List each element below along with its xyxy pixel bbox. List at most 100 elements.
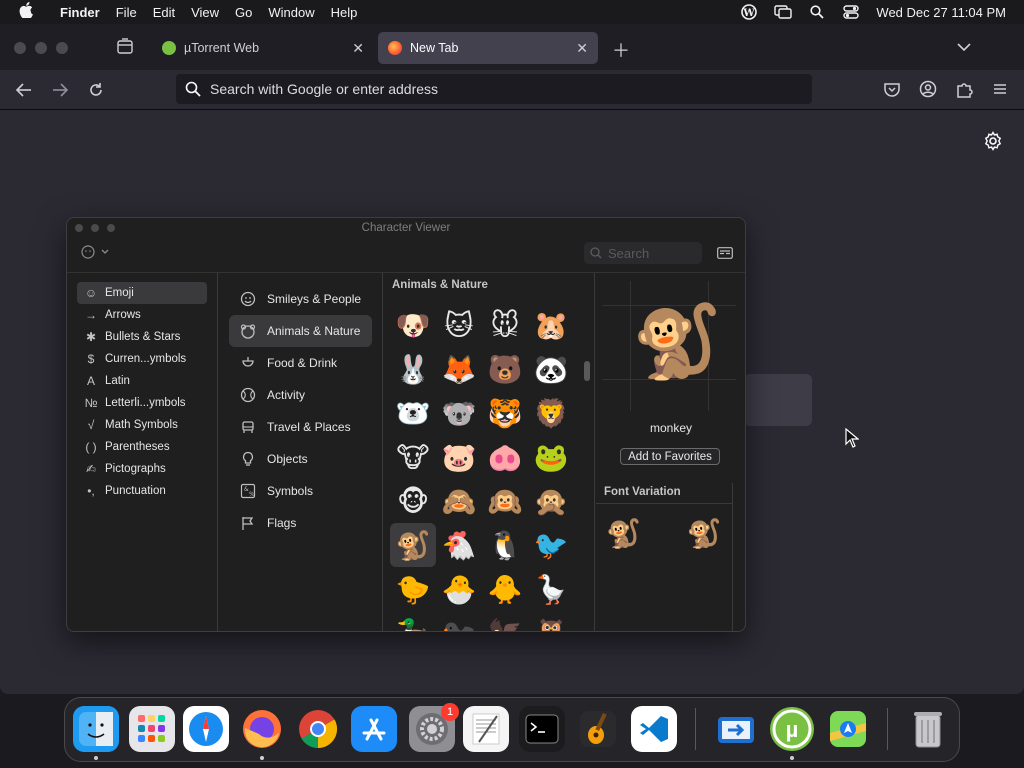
subcategory-flags[interactable]: Flags — [229, 507, 372, 539]
subcategory-travel-places[interactable]: Travel & Places — [229, 411, 372, 443]
close-window-button[interactable] — [14, 42, 26, 54]
menu-file[interactable]: File — [108, 5, 145, 20]
control-center-icon[interactable] — [834, 5, 868, 19]
emoji-cell[interactable]: 🪿 — [528, 567, 574, 611]
safari-icon[interactable] — [183, 706, 229, 752]
account-icon[interactable] — [919, 80, 939, 100]
minimize-window-button[interactable] — [35, 42, 47, 54]
appstore-icon[interactable] — [351, 706, 397, 752]
emoji-cell[interactable]: 🐥 — [482, 567, 528, 611]
chrome-icon[interactable] — [295, 706, 341, 752]
menu-window[interactable]: Window — [260, 5, 322, 20]
menu-edit[interactable]: Edit — [145, 5, 183, 20]
emoji-cell[interactable]: 🐦‍⬛ — [436, 611, 482, 632]
emoji-cell[interactable]: 🙈 — [436, 479, 482, 523]
garageband-icon[interactable] — [575, 706, 621, 752]
firefox-view-icon[interactable] — [114, 37, 136, 57]
emoji-cell[interactable]: 🐮 — [390, 435, 436, 479]
subcategory-animals-nature[interactable]: Animals & Nature — [229, 315, 372, 347]
emoji-cell[interactable]: 🐷 — [436, 435, 482, 479]
forward-arrow-icon[interactable] — [50, 80, 70, 100]
emoji-cell[interactable]: 🐰 — [390, 347, 436, 391]
menu-go[interactable]: Go — [227, 5, 260, 20]
close-tab-icon[interactable]: ✕ — [352, 40, 364, 57]
cv-search-box[interactable] — [584, 242, 702, 264]
category-latin[interactable]: A Latin — [77, 370, 207, 392]
emoji-cell[interactable]: 🐹 — [528, 303, 574, 347]
emoji-grid-scrollbar[interactable] — [581, 273, 595, 631]
maps-icon[interactable] — [825, 706, 871, 752]
emoji-cell[interactable]: 🐻 — [482, 347, 528, 391]
category-parentheses[interactable]: ( ) Parentheses — [77, 436, 207, 458]
cv-options-menu[interactable] — [81, 245, 109, 259]
emoji-cell[interactable]: 🐸 — [528, 435, 574, 479]
emoji-cell[interactable]: 🐭 — [482, 303, 528, 347]
back-arrow-icon[interactable] — [14, 80, 34, 100]
vscode-icon[interactable] — [631, 706, 677, 752]
extensions-puzzle-icon[interactable] — [955, 80, 975, 100]
emoji-cell[interactable]: 🐱 — [436, 303, 482, 347]
wordpress-icon[interactable]: W — [732, 4, 766, 20]
category-pictographs[interactable]: ✍ Pictographs — [77, 458, 207, 480]
category-math-symbols[interactable]: √ Math Symbols — [77, 414, 207, 436]
address-bar[interactable] — [176, 74, 812, 104]
emoji-cell[interactable]: 🐯 — [482, 391, 528, 435]
pocket-icon[interactable] — [883, 80, 903, 100]
settings-icon[interactable]: 1 — [409, 703, 459, 752]
tab-utorrent[interactable]: µTorrent Web ✕ — [152, 32, 374, 64]
emoji-cell[interactable]: 🦆 — [390, 611, 436, 632]
menu-help[interactable]: Help — [323, 5, 366, 20]
emoji-cell[interactable]: 🐼 — [528, 347, 574, 391]
emoji-cell[interactable]: 🐽 — [482, 435, 528, 479]
close-tab-icon[interactable]: ✕ — [576, 40, 588, 57]
cv-search-input[interactable] — [608, 245, 698, 261]
reload-icon[interactable] — [86, 80, 106, 100]
menu-clock[interactable]: Wed Dec 27 11:04 PM — [868, 5, 1024, 20]
subcategory-smileys-people[interactable]: Smileys & People — [229, 283, 372, 315]
emoji-cell[interactable]: 🐻‍❄️ — [390, 391, 436, 435]
emoji-cell[interactable]: 🐶 — [390, 303, 436, 347]
scrollbar-thumb[interactable] — [584, 361, 590, 381]
emoji-cell[interactable]: 🐒 — [390, 523, 436, 567]
zoom-window-button[interactable] — [56, 42, 68, 54]
new-tab-plus-icon[interactable]: ＋ — [612, 37, 630, 63]
subcategory-objects[interactable]: Objects — [229, 443, 372, 475]
apple-menu-icon[interactable] — [0, 2, 52, 22]
textedit-icon[interactable] — [463, 706, 509, 752]
category-arrows[interactable]: → Arrows — [77, 304, 207, 326]
emoji-cell[interactable]: 🐧 — [482, 523, 528, 567]
font-variation-item[interactable]: 🐒 — [687, 517, 722, 550]
category-punctuation[interactable]: •, Punctuation — [77, 480, 207, 502]
list-all-tabs-chevron-icon[interactable] — [956, 39, 972, 57]
emoji-cell[interactable]: 🐔 — [436, 523, 482, 567]
tab-new-tab[interactable]: New Tab ✕ — [378, 32, 598, 64]
emoji-cell[interactable]: 🐤 — [390, 567, 436, 611]
emoji-cell[interactable]: 🙊 — [528, 479, 574, 523]
firefox-icon[interactable] — [239, 706, 285, 752]
detail-scrollbar[interactable] — [732, 483, 744, 631]
emoji-cell[interactable]: 🐵 — [390, 479, 436, 523]
emoji-cell[interactable]: 🦅 — [482, 611, 528, 632]
emoji-cell[interactable]: 🐣 — [436, 567, 482, 611]
spotlight-search-icon[interactable] — [800, 5, 834, 19]
migration-icon[interactable] — [713, 706, 759, 752]
hamburger-menu-icon[interactable] — [991, 80, 1011, 100]
top-site-tile[interactable] — [744, 374, 812, 426]
emoji-cell[interactable]: 🦉 — [528, 611, 574, 632]
utorrent-icon[interactable]: µ — [769, 706, 815, 752]
screen-mirroring-icon[interactable] — [766, 5, 800, 19]
category-bullets-stars[interactable]: ✱ Bullets & Stars — [77, 326, 207, 348]
emoji-cell[interactable]: 🐦 — [528, 523, 574, 567]
category-curren-ymbols[interactable]: $ Curren...ymbols — [77, 348, 207, 370]
add-to-favorites-button[interactable]: Add to Favorites — [620, 448, 720, 465]
subcategory-activity[interactable]: Activity — [229, 379, 372, 411]
personalize-gear-icon[interactable] — [983, 131, 1003, 156]
trash-icon[interactable] — [905, 706, 951, 752]
category-letterli-ymbols[interactable]: № Letterli...ymbols — [77, 392, 207, 414]
url-input[interactable] — [210, 81, 812, 97]
toggle-compact-view-icon[interactable] — [717, 246, 733, 264]
font-variation-item[interactable]: 🐒 — [606, 517, 641, 550]
menu-view[interactable]: View — [183, 5, 227, 20]
terminal-icon[interactable] — [519, 706, 565, 752]
launchpad-icon[interactable] — [129, 706, 175, 752]
